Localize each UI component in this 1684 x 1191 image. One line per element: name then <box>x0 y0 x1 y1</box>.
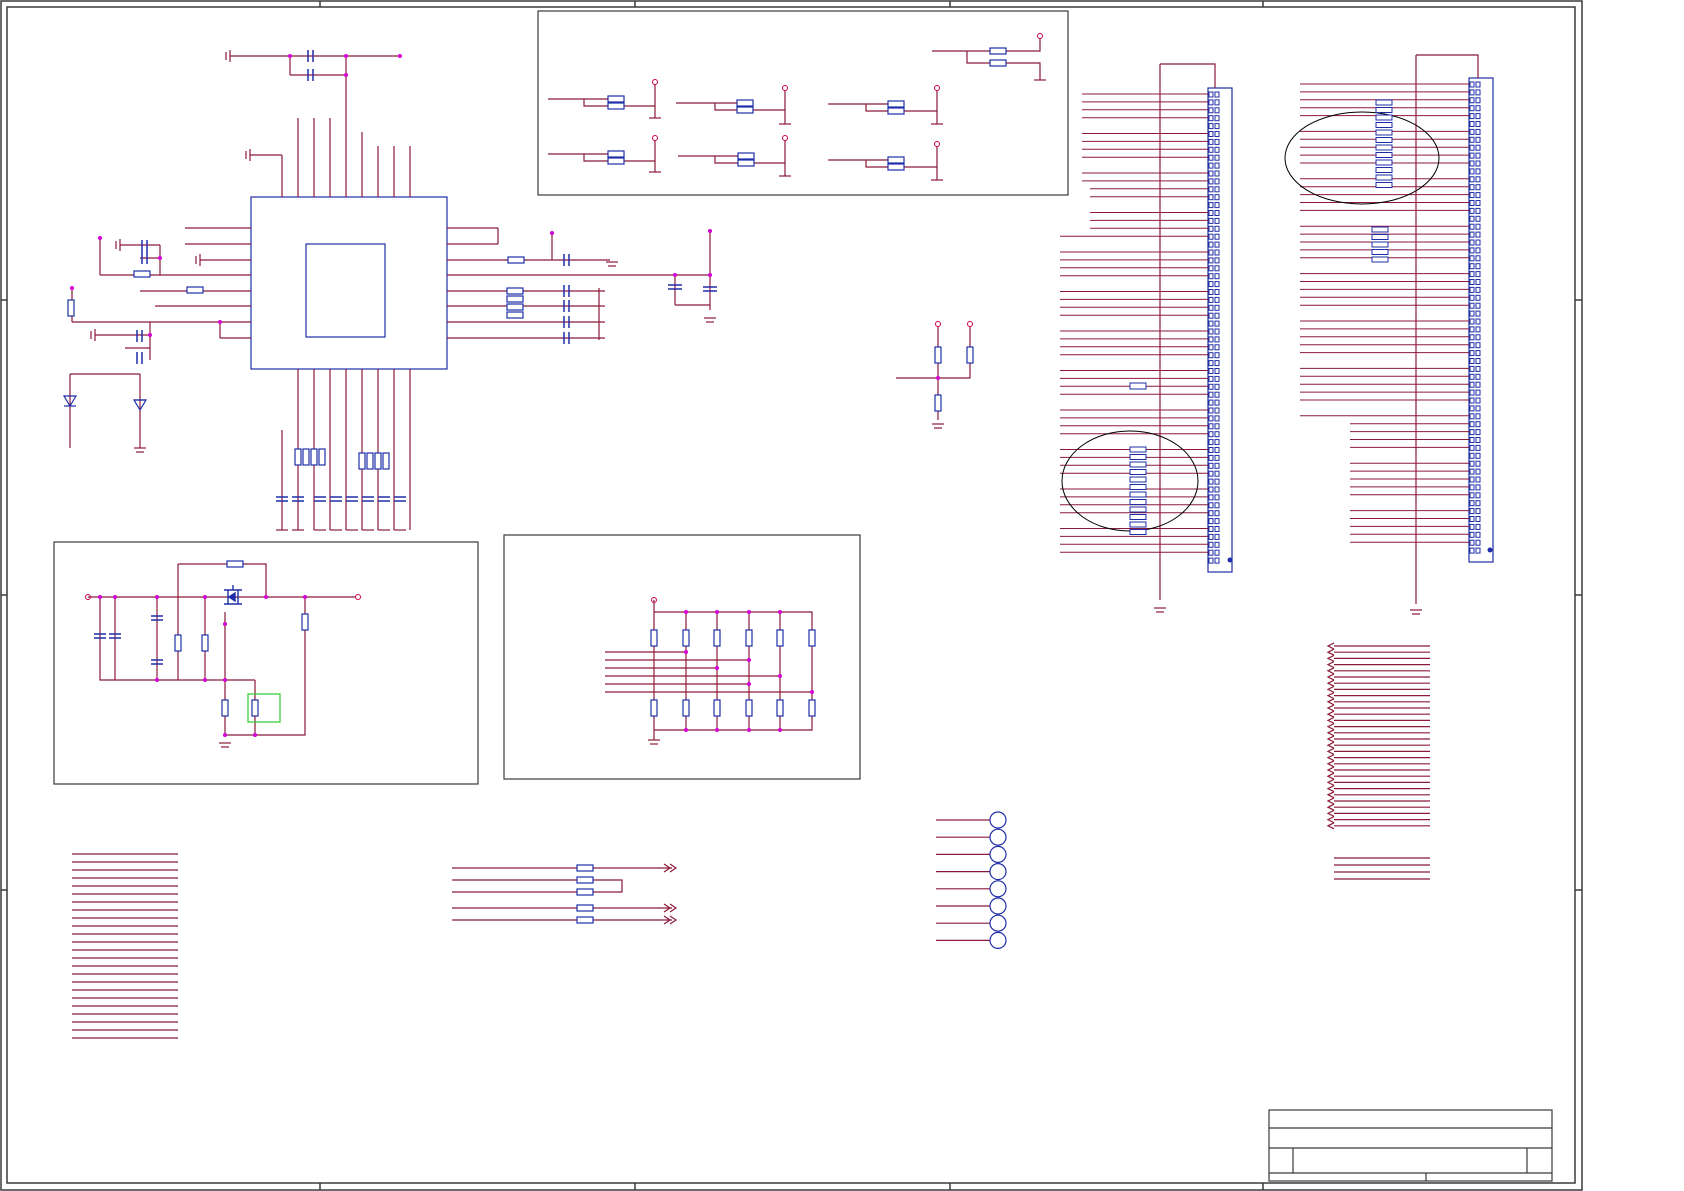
schematic-sheet <box>0 0 1684 1191</box>
